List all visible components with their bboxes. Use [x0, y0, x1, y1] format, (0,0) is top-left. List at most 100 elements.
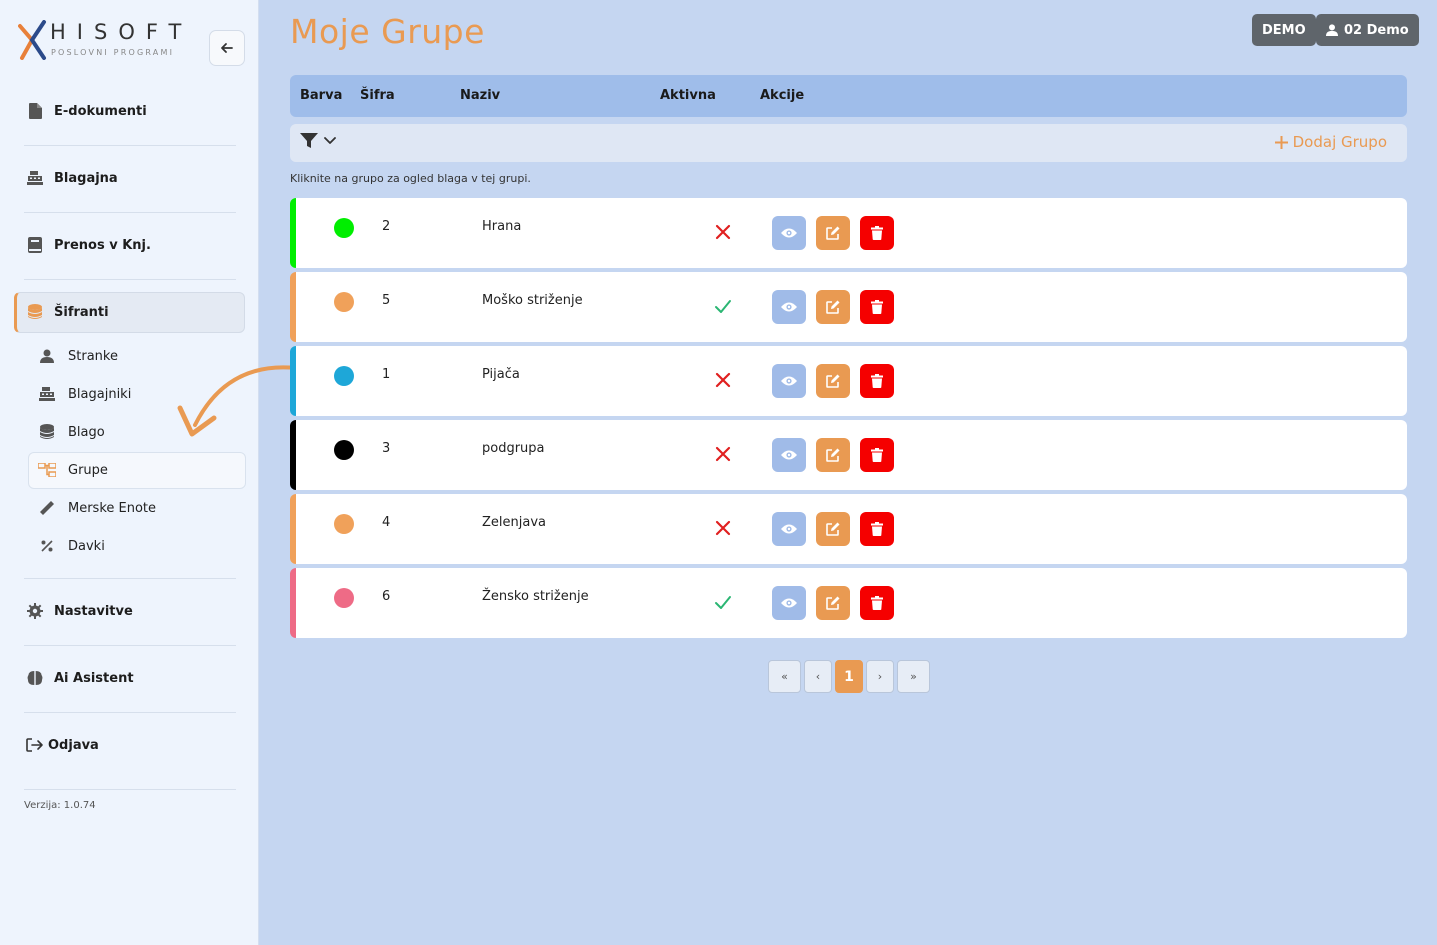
- table-row[interactable]: 6 Žensko striženje: [290, 568, 1407, 638]
- eye-icon: [781, 450, 797, 460]
- table-row[interactable]: 2 Hrana: [290, 198, 1407, 268]
- edit-button[interactable]: [816, 512, 850, 546]
- view-button[interactable]: [772, 586, 806, 620]
- sidebar-item-odjava[interactable]: Odjava: [26, 733, 99, 757]
- table-row[interactable]: 3 podgrupa: [290, 420, 1407, 490]
- divider: [24, 645, 236, 646]
- sidebar-item-blagajna[interactable]: Blagajna: [26, 166, 118, 190]
- delete-button[interactable]: [860, 512, 894, 546]
- sidebar-subitem-davki[interactable]: Davki: [38, 535, 105, 557]
- sidebar-subitem-merske-enote[interactable]: Merske Enote: [38, 497, 156, 519]
- hint-text: Kliknite na grupo za ogled blaga v tej g…: [290, 172, 531, 185]
- edit-icon: [826, 374, 840, 388]
- user-name: 02 Demo: [1344, 22, 1409, 38]
- view-button[interactable]: [772, 216, 806, 250]
- sidebar-subitem-grupe[interactable]: Grupe: [38, 459, 108, 481]
- edit-button[interactable]: [816, 586, 850, 620]
- table-row[interactable]: 5 Moško striženje: [290, 272, 1407, 342]
- cash-register-icon: [38, 385, 56, 403]
- sidebar-subitem-blagajniki[interactable]: Blagajniki: [38, 383, 131, 405]
- group-code: 1: [382, 367, 391, 382]
- view-button[interactable]: [772, 290, 806, 324]
- divider: [24, 578, 236, 579]
- edit-button[interactable]: [816, 364, 850, 398]
- delete-button[interactable]: [860, 586, 894, 620]
- sidebar-item-nastavitve[interactable]: Nastavitve: [26, 599, 133, 623]
- inactive-x-icon: [714, 519, 732, 537]
- sidebar-subitem-stranke[interactable]: Stranke: [38, 345, 118, 367]
- group-code: 6: [382, 589, 391, 604]
- sidebar-item-sifranti[interactable]: Šifranti: [26, 300, 109, 324]
- table-row[interactable]: 4 Zelenjava: [290, 494, 1407, 564]
- pagination-next-button[interactable]: ›: [866, 660, 894, 693]
- edit-button[interactable]: [816, 438, 850, 472]
- eye-icon: [781, 598, 797, 608]
- subitem-label: Merske Enote: [68, 500, 157, 516]
- cash-register-icon: [26, 169, 44, 187]
- database-icon: [26, 303, 44, 321]
- sidebar-item-e-dokumenti[interactable]: E-dokumenti: [26, 99, 147, 123]
- pagination-first-button[interactable]: «: [768, 660, 801, 693]
- user-icon: [1326, 24, 1338, 36]
- group-code: 5: [382, 293, 391, 308]
- column-header-naziv[interactable]: Naziv: [460, 88, 500, 103]
- eye-icon: [781, 376, 797, 386]
- pagination-current-page[interactable]: 1: [835, 660, 863, 693]
- group-name: Zelenjava: [482, 515, 546, 530]
- pagination: « ‹ 1 › »: [768, 660, 930, 693]
- sidebar-subitem-blago[interactable]: Blago: [38, 421, 105, 443]
- delete-button[interactable]: [860, 290, 894, 324]
- group-color-dot: [334, 588, 354, 608]
- column-header-barva[interactable]: Barva: [300, 88, 342, 103]
- column-header-sifra[interactable]: Šifra: [360, 88, 395, 103]
- plus-icon: [1274, 135, 1288, 149]
- sidebar-item-label: Nastavitve: [54, 603, 133, 619]
- page-title: Moje Grupe: [290, 12, 485, 51]
- delete-button[interactable]: [860, 438, 894, 472]
- group-color-dot: [334, 366, 354, 386]
- edit-button[interactable]: [816, 290, 850, 324]
- sidebar-item-label: E-dokumenti: [54, 103, 147, 119]
- percent-icon: [38, 537, 56, 555]
- divider: [24, 712, 236, 713]
- view-button[interactable]: [772, 438, 806, 472]
- edit-icon: [826, 300, 840, 314]
- subitem-label: Blago: [68, 424, 105, 440]
- gear-icon: [26, 602, 44, 620]
- row-actions: [772, 512, 894, 546]
- filter-icon: [300, 133, 318, 148]
- edit-icon: [826, 596, 840, 610]
- user-icon: [38, 347, 56, 365]
- sidebar-item-ai-asistent[interactable]: Ai Asistent: [26, 666, 134, 690]
- filter-bar: Dodaj Grupo: [290, 124, 1407, 162]
- sidebar-item-prenos[interactable]: Prenos v Knj.: [26, 233, 151, 257]
- column-header-aktivna[interactable]: Aktivna: [660, 88, 716, 103]
- group-name: Hrana: [482, 219, 522, 234]
- delete-button[interactable]: [860, 216, 894, 250]
- delete-button[interactable]: [860, 364, 894, 398]
- user-menu-button[interactable]: 02 Demo: [1316, 14, 1419, 46]
- view-button[interactable]: [772, 364, 806, 398]
- subitem-label: Blagajniki: [68, 386, 132, 402]
- book-icon: [26, 236, 44, 254]
- edit-icon: [826, 522, 840, 536]
- group-name: podgrupa: [482, 441, 545, 456]
- trash-icon: [871, 226, 883, 240]
- filter-toggle-button[interactable]: [300, 133, 336, 149]
- view-button[interactable]: [772, 512, 806, 546]
- sidebar: HISOFT POSLOVNI PROGRAMI E-dokumenti Bla…: [0, 0, 259, 945]
- group-color-dot: [334, 218, 354, 238]
- pagination-last-button[interactable]: »: [897, 660, 930, 693]
- version-label: Verzija: 1.0.74: [24, 800, 96, 811]
- edit-button[interactable]: [816, 216, 850, 250]
- add-group-button[interactable]: Dodaj Grupo: [1274, 133, 1387, 151]
- collapse-sidebar-button[interactable]: [209, 30, 245, 66]
- ruler-icon: [38, 499, 56, 517]
- table-row[interactable]: 1 Pijača: [290, 346, 1407, 416]
- row-actions: [772, 364, 894, 398]
- row-actions: [772, 216, 894, 250]
- inactive-x-icon: [714, 445, 732, 463]
- edit-icon: [826, 448, 840, 462]
- logo-mark-icon: [18, 20, 46, 60]
- pagination-prev-button[interactable]: ‹: [804, 660, 832, 693]
